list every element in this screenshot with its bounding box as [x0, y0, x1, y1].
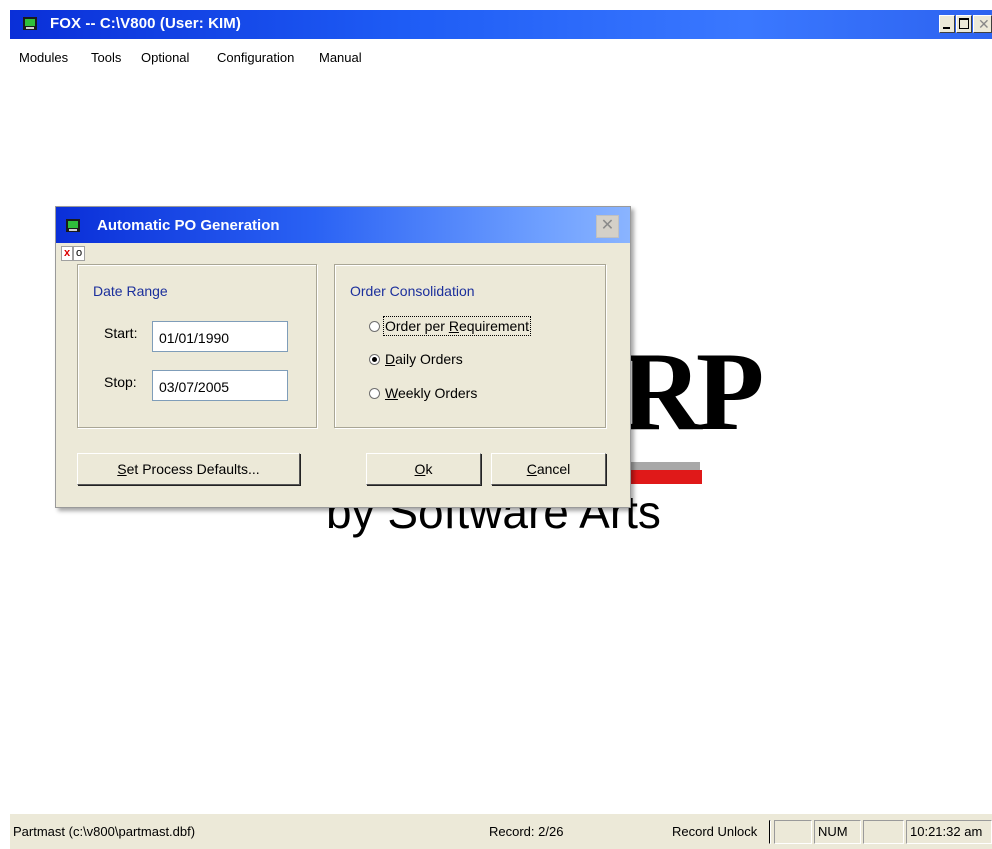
menu-optional[interactable]: Optional: [141, 50, 189, 65]
minimize-button[interactable]: [939, 15, 955, 33]
close-icon: ✕: [978, 16, 990, 32]
radio-label: Order per Requirement: [383, 316, 531, 336]
status-panel-empty-1: [774, 820, 812, 844]
auto-po-dialog: Automatic PO Generation ✕ xo Date Range …: [55, 206, 631, 508]
status-record: Record: 2/26: [489, 824, 564, 839]
app-icon: [23, 17, 37, 30]
maximize-button[interactable]: [956, 15, 972, 33]
status-bar: Partmast (c:\v800\partmast.dbf) Record: …: [10, 813, 992, 849]
order-consolidation-caption: Order Consolidation: [350, 283, 475, 299]
mini-tab-o[interactable]: o: [73, 246, 85, 261]
menu-bar: Modules Tools Optional Configuration Man…: [10, 40, 992, 70]
status-time: 10:21:32 am: [906, 820, 992, 844]
status-panel-empty-2: [863, 820, 904, 844]
mini-tabs: xo: [61, 246, 85, 261]
radio-circle[interactable]: [369, 321, 380, 332]
radio-order-per-requirement[interactable]: Order per Requirement: [369, 316, 531, 336]
window-title: FOX -- C:\V800 (User: KIM): [50, 15, 241, 32]
splash-logo-letters: RP: [621, 330, 764, 454]
status-file: Partmast (c:\v800\partmast.dbf): [13, 824, 196, 839]
start-date-field[interactable]: 01/01/1990: [152, 321, 288, 352]
close-icon: ✕: [600, 217, 615, 234]
mini-tab-x[interactable]: x: [61, 246, 73, 261]
date-range-group: Date Range Start: 01/01/1990 Stop: 03/07…: [77, 264, 317, 428]
ok-button[interactable]: Ok: [366, 453, 481, 485]
dialog-title: Automatic PO Generation: [97, 217, 280, 234]
radio-circle-selected[interactable]: [369, 354, 380, 365]
radio-weekly-orders[interactable]: Weekly Orders: [369, 385, 477, 401]
order-consolidation-group: Order Consolidation Order per Requiremen…: [334, 264, 606, 428]
splash-logo: RP: [621, 336, 764, 448]
menu-modules[interactable]: Modules: [19, 50, 68, 65]
close-button[interactable]: ✕: [973, 15, 992, 33]
cancel-button[interactable]: Cancel: [491, 453, 606, 485]
menu-tools[interactable]: Tools: [91, 50, 121, 65]
stop-date-field[interactable]: 03/07/2005: [152, 370, 288, 401]
stop-label: Stop:: [104, 374, 137, 390]
dialog-close-button[interactable]: ✕: [596, 215, 619, 238]
menu-manual[interactable]: Manual: [319, 50, 362, 65]
set-process-defaults-button[interactable]: Set Process Defaults...: [77, 453, 300, 485]
status-lock: Record Unlock: [672, 824, 758, 839]
start-label: Start:: [104, 325, 138, 341]
radio-daily-orders[interactable]: Daily Orders: [369, 351, 463, 367]
main-titlebar[interactable]: FOX -- C:\V800 (User: KIM) ✕: [10, 10, 992, 39]
dialog-app-icon: [66, 219, 80, 232]
date-range-caption: Date Range: [93, 283, 168, 299]
radio-circle[interactable]: [369, 388, 380, 399]
dialog-titlebar[interactable]: Automatic PO Generation ✕: [56, 207, 630, 243]
status-divider: [769, 820, 771, 844]
menu-configuration[interactable]: Configuration: [217, 50, 294, 65]
status-num: NUM: [814, 820, 861, 844]
